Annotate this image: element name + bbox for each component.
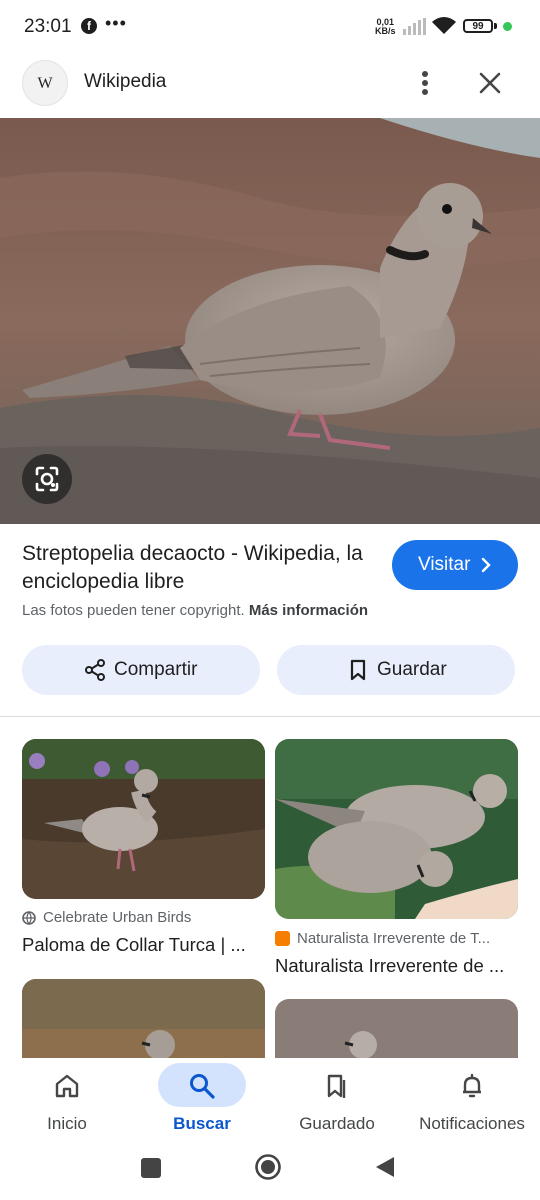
search-icon bbox=[190, 1074, 215, 1099]
share-icon bbox=[85, 659, 105, 681]
nav-label-guardado: Guardado bbox=[299, 1114, 375, 1133]
related-source-1: Celebrate Urban Birds bbox=[22, 909, 191, 926]
nav-label-notificaciones: Notificaciones bbox=[419, 1114, 525, 1133]
lens-icon bbox=[35, 466, 59, 492]
share-button[interactable]: Compartir bbox=[22, 645, 260, 695]
dove-on-grass-photo bbox=[22, 739, 265, 899]
share-label: Compartir bbox=[114, 659, 198, 680]
network-speed: 0,01 KB/s bbox=[375, 18, 396, 36]
related-source-name-2: Naturalista Irreverente de T... bbox=[297, 930, 491, 947]
globe-icon bbox=[22, 910, 36, 925]
related-image-1[interactable] bbox=[22, 739, 265, 899]
chevron-right-icon bbox=[481, 557, 491, 573]
source-header bbox=[0, 54, 540, 118]
status-bar: 23:01 f ••• 0,01 KB/s 99 bbox=[0, 0, 540, 54]
battery-icon: 99 bbox=[463, 19, 493, 33]
copyright-note: Las fotos pueden tener copyright. Más in… bbox=[22, 602, 368, 619]
network-speed-unit: KB/s bbox=[375, 26, 396, 36]
visit-label: Visitar bbox=[418, 554, 471, 575]
system-navigation-bar bbox=[0, 1144, 540, 1200]
visit-button[interactable]: Visitar bbox=[392, 540, 518, 590]
dove-photo bbox=[0, 118, 540, 524]
more-dots-icon: ••• bbox=[105, 13, 127, 33]
recent-apps-icon[interactable] bbox=[141, 1158, 161, 1178]
copyright-text: Las fotos pueden tener copyright. bbox=[22, 602, 245, 619]
nav-label-inicio: Inicio bbox=[47, 1114, 87, 1133]
nav-item-notificaciones[interactable]: Notificaciones bbox=[412, 1064, 532, 1144]
section-divider bbox=[0, 716, 540, 717]
more-info-link[interactable]: Más información bbox=[249, 602, 368, 619]
site-name[interactable]: Wikipedia bbox=[84, 71, 166, 93]
wifi-icon bbox=[432, 17, 456, 34]
related-source-2: Naturalista Irreverente de T... bbox=[275, 930, 490, 947]
main-image[interactable] bbox=[0, 118, 540, 524]
google-lens-button[interactable] bbox=[22, 454, 72, 504]
privacy-indicator-dot bbox=[503, 22, 512, 31]
bell-icon bbox=[463, 1073, 481, 1098]
nav-label-buscar: Buscar bbox=[173, 1114, 231, 1133]
bookmark-icon bbox=[350, 659, 366, 681]
close-icon[interactable] bbox=[474, 66, 506, 100]
save-button[interactable]: Guardar bbox=[277, 645, 515, 695]
battery-tip bbox=[494, 23, 497, 29]
status-time: 23:01 bbox=[24, 16, 72, 37]
related-title-2[interactable]: Naturalista Irreverente de ... bbox=[275, 955, 519, 977]
related-title-1[interactable]: Paloma de Collar Turca | ... bbox=[22, 934, 266, 956]
facebook-icon: f bbox=[81, 18, 97, 34]
back-triangle-icon[interactable] bbox=[374, 1155, 396, 1179]
nav-item-inicio[interactable]: Inicio bbox=[7, 1064, 127, 1144]
more-vert-icon[interactable] bbox=[410, 66, 440, 100]
result-title[interactable]: Streptopelia decaocto - Wikipedia, la en… bbox=[22, 540, 372, 596]
bookmarks-icon bbox=[327, 1074, 346, 1098]
blogger-icon bbox=[275, 931, 290, 946]
related-image-2[interactable] bbox=[275, 739, 518, 919]
doves-eating-from-hand-photo bbox=[275, 739, 518, 919]
signal-icon bbox=[403, 18, 426, 35]
wikipedia-logo-icon: W bbox=[22, 60, 68, 106]
home-circle-icon[interactable] bbox=[254, 1153, 282, 1181]
nav-item-guardado[interactable]: Guardado bbox=[277, 1064, 397, 1144]
save-label: Guardar bbox=[377, 659, 447, 680]
home-icon bbox=[55, 1074, 79, 1098]
nav-item-buscar[interactable]: Buscar bbox=[142, 1064, 262, 1144]
related-source-name-1: Celebrate Urban Birds bbox=[43, 909, 192, 926]
